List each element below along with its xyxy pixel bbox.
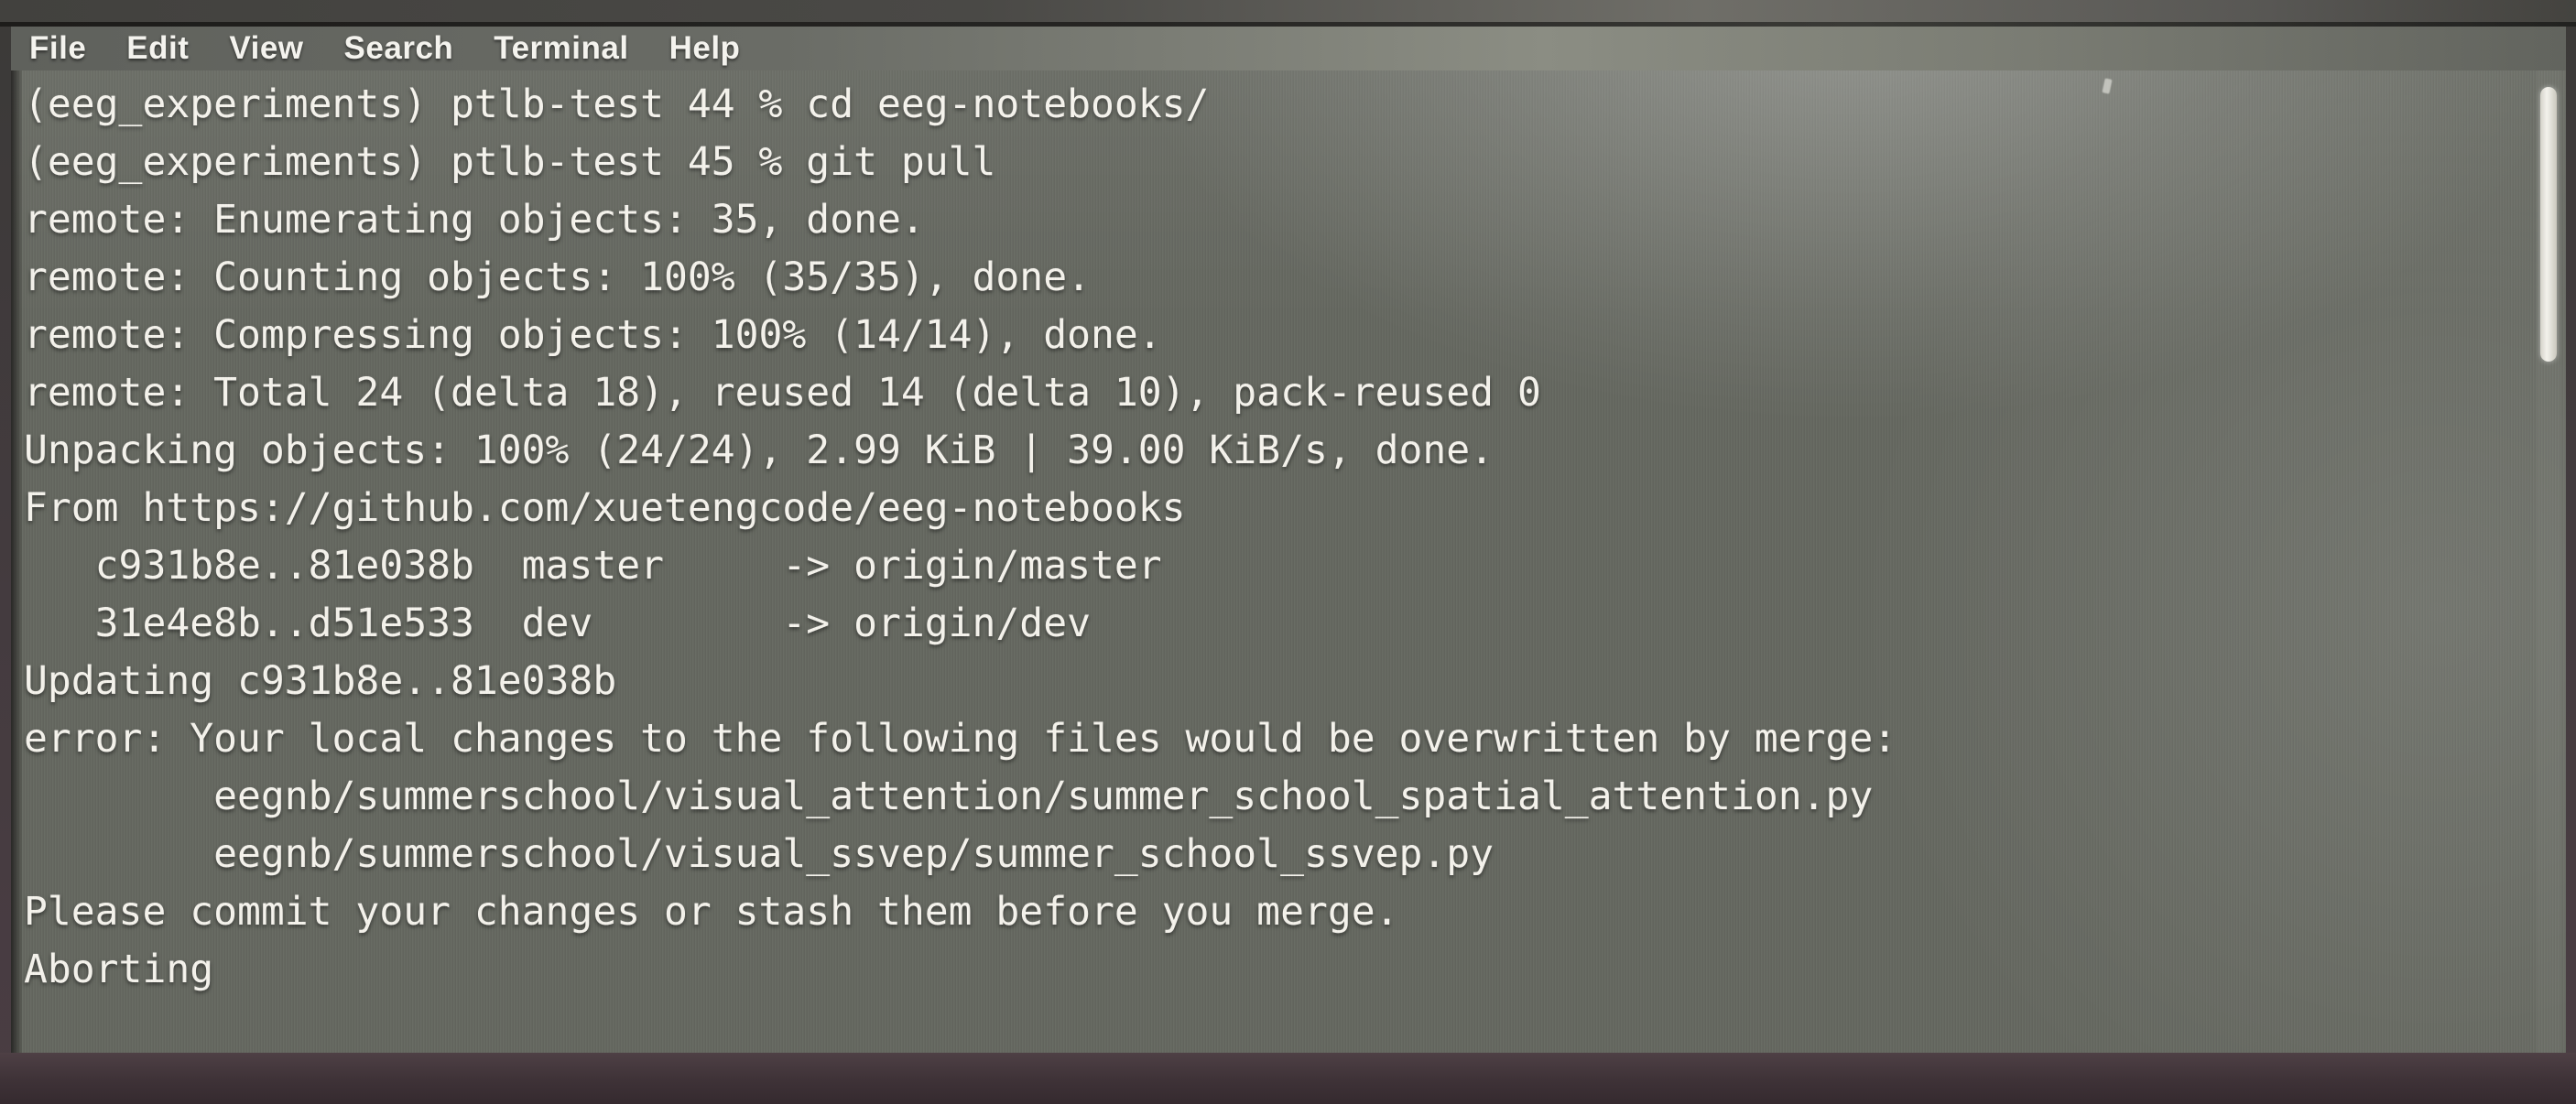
menubar: File Edit View Search Terminal Help	[11, 27, 2566, 70]
terminal-line: (eeg_experiments) ptlb-test 44 % cd eeg-…	[24, 81, 1210, 127]
terminal-line: eegnb/summerschool/visual_attention/summ…	[24, 774, 1874, 819]
terminal-line: error: Your local changes to the followi…	[24, 716, 1897, 762]
terminal-line: (eeg_experiments) ptlb-test 45 % git pul…	[24, 139, 996, 185]
menu-item-edit[interactable]: Edit	[126, 30, 189, 67]
terminal-output-area[interactable]: (eeg_experiments) ptlb-test 44 % cd eeg-…	[11, 70, 2566, 1056]
vertical-scrollbar[interactable]	[2537, 70, 2560, 1056]
terminal-line: remote: Enumerating objects: 35, done.	[24, 197, 925, 243]
terminal-line: Unpacking objects: 100% (24/24), 2.99 Ki…	[24, 428, 1495, 473]
terminal-line: Updating c931b8e..81e038b	[24, 658, 617, 704]
terminal-line-list: (eeg_experiments) ptlb-test 44 % cd eeg-…	[24, 76, 2496, 999]
terminal-line: remote: Compressing objects: 100% (14/14…	[24, 312, 1162, 358]
terminal-line: From https://github.com/xuetengcode/eeg-…	[24, 485, 1186, 531]
terminal-line: eegnb/summerschool/visual_ssvep/summer_s…	[24, 831, 1495, 877]
terminal-line: 31e4e8b..d51e533 dev -> origin/dev	[24, 601, 1091, 646]
terminal-line: remote: Total 24 (delta 18), reused 14 (…	[24, 370, 1541, 416]
terminal-line: remote: Counting objects: 100% (35/35), …	[24, 254, 1091, 300]
terminal-window: File Edit View Search Terminal Help (eeg…	[11, 27, 2566, 1056]
terminal-line: Aborting	[24, 947, 214, 992]
menu-item-search[interactable]: Search	[344, 30, 454, 67]
window-left-edge-shadow	[11, 70, 22, 1056]
monitor-bezel	[0, 1053, 2576, 1104]
window-titlebar[interactable]	[0, 0, 2576, 22]
menu-item-file[interactable]: File	[29, 30, 86, 67]
terminal-line: Please commit your changes or stash them…	[24, 889, 1399, 935]
menu-item-view[interactable]: View	[229, 30, 303, 67]
photo-of-screen: File Edit View Search Terminal Help (eeg…	[0, 0, 2576, 1104]
menu-item-terminal[interactable]: Terminal	[494, 30, 628, 67]
terminal-line: c931b8e..81e038b master -> origin/master	[24, 543, 1162, 589]
menu-item-help[interactable]: Help	[669, 30, 741, 67]
scrollbar-thumb[interactable]	[2540, 87, 2557, 362]
